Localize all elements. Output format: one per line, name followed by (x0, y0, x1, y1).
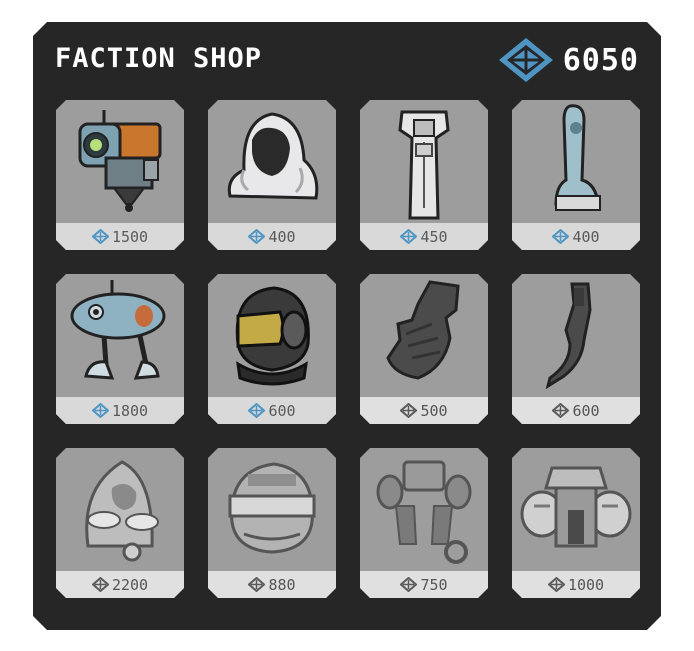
item-price: 880 (268, 575, 296, 594)
pod-robot-icon (56, 448, 184, 570)
visor-helmet-icon (208, 448, 336, 570)
price-tag: 2200 (56, 571, 184, 598)
item-price: 600 (268, 401, 296, 420)
white-hood-icon (208, 100, 336, 222)
item-price: 2200 (111, 575, 149, 594)
price-tag: 400 (512, 223, 640, 250)
item-price: 450 (420, 227, 448, 246)
shop-item-card[interactable]: 500 (360, 274, 488, 424)
gem-icon (548, 577, 565, 592)
price-tag: 750 (360, 571, 488, 598)
gem-icon (92, 403, 109, 418)
currency-display: 6050 (497, 36, 639, 84)
gem-icon (400, 577, 417, 592)
price-tag: 450 (360, 223, 488, 250)
shop-item-card[interactable]: 1500 (56, 100, 184, 250)
walker-robot-icon (56, 274, 184, 396)
gem-icon (497, 36, 555, 84)
price-tag: 400 (208, 223, 336, 250)
gem-icon (400, 229, 417, 244)
black-helmet-icon (208, 274, 336, 396)
item-price: 600 (572, 401, 600, 420)
currency-amount: 6050 (562, 42, 639, 78)
shop-item-card[interactable]: 450 (360, 100, 488, 250)
gem-icon (248, 229, 265, 244)
shop-item-card[interactable]: 400 (512, 100, 640, 250)
shop-item-card[interactable]: 600 (512, 274, 640, 424)
item-price: 750 (420, 575, 448, 594)
gem-icon (92, 229, 109, 244)
price-tag: 600 (208, 397, 336, 424)
gem-icon (92, 577, 109, 592)
leg-armor-icon (512, 100, 640, 222)
shop-item-card[interactable]: 1800 (56, 274, 184, 424)
shop-item-card[interactable]: 750 (360, 448, 488, 598)
price-tag: 1500 (56, 223, 184, 250)
item-price: 1500 (111, 227, 149, 246)
shop-title: FACTION SHOP (55, 43, 263, 74)
gem-icon (552, 403, 569, 418)
item-price: 1800 (111, 401, 149, 420)
price-tag: 1000 (512, 571, 640, 598)
item-price: 500 (420, 401, 448, 420)
price-tag: 600 (512, 397, 640, 424)
item-price: 400 (572, 227, 600, 246)
price-tag: 880 (208, 571, 336, 598)
faction-shop-panel: FACTION SHOP 6050 1500 400 450 400 1800 … (33, 22, 661, 630)
price-tag: 1800 (56, 397, 184, 424)
gem-icon (552, 229, 569, 244)
shop-item-card[interactable]: 600 (208, 274, 336, 424)
gem-icon (248, 403, 265, 418)
item-price: 400 (268, 227, 296, 246)
shop-item-card[interactable]: 400 (208, 100, 336, 250)
gem-icon (248, 577, 265, 592)
item-price: 1000 (567, 575, 605, 594)
glove-icon (360, 274, 488, 396)
price-tag: 500 (360, 397, 488, 424)
robot-drone-icon (56, 100, 184, 222)
harness-icon (360, 448, 488, 570)
gem-icon (400, 403, 417, 418)
claw-arm-icon (512, 274, 640, 396)
bulky-armor-icon (512, 448, 640, 570)
shop-item-card[interactable]: 1000 (512, 448, 640, 598)
white-chestplate-icon (360, 100, 488, 222)
shop-item-card[interactable]: 2200 (56, 448, 184, 598)
shop-item-card[interactable]: 880 (208, 448, 336, 598)
